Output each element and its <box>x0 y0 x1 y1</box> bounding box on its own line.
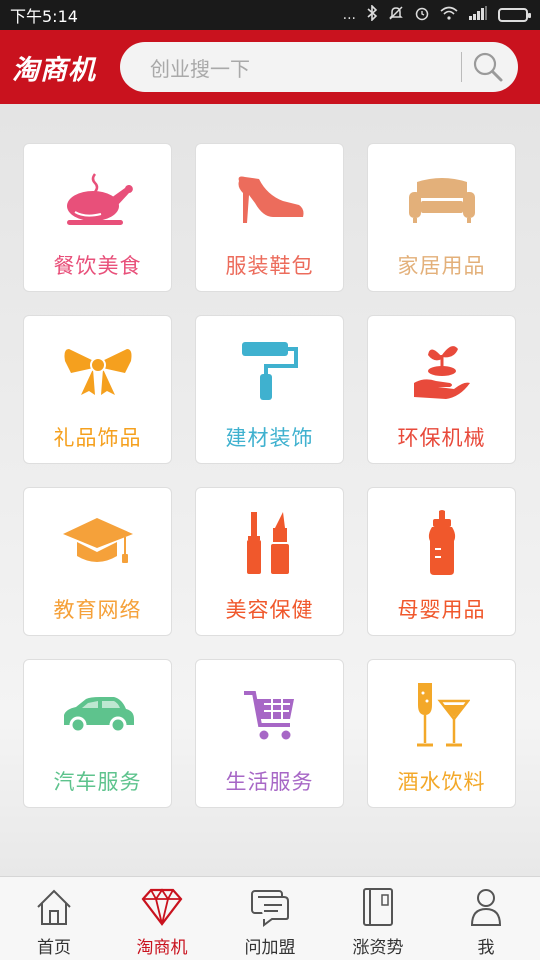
category-tile-life[interactable]: 生活服务 <box>195 659 344 808</box>
car-icon <box>60 682 136 748</box>
nav-item-home[interactable]: 首页 <box>0 877 108 960</box>
app-logo: 淘商机 <box>12 54 96 86</box>
paint-roller-icon <box>232 338 308 404</box>
category-tile-food[interactable]: 餐饮美食 <box>23 143 172 292</box>
category-label: 服装鞋包 <box>225 254 314 278</box>
category-tile-home[interactable]: 家居用品 <box>367 143 516 292</box>
nav-label: 我 <box>477 938 495 958</box>
category-label: 餐饮美食 <box>53 254 142 278</box>
nav-label: 问加盟 <box>244 938 296 958</box>
battery-icon <box>498 8 531 22</box>
status-icons: ... <box>342 4 531 25</box>
category-label: 家居用品 <box>397 254 486 278</box>
cosmetics-icon <box>232 510 308 576</box>
plant-hand-icon <box>404 338 480 404</box>
nav-label: 涨资势 <box>352 938 404 958</box>
home-icon <box>32 885 76 929</box>
nav-item-me[interactable]: 我 <box>432 877 540 960</box>
nav-item-ask[interactable]: 问加盟 <box>216 877 324 960</box>
nav-item-taoshangji[interactable]: 淘商机 <box>108 877 216 960</box>
category-label: 教育网络 <box>53 598 142 622</box>
category-label: 礼品饰品 <box>53 426 142 450</box>
graduation-cap-icon <box>60 510 136 576</box>
nav-label: 首页 <box>37 938 71 958</box>
category-tile-baby[interactable]: 母婴用品 <box>367 487 516 636</box>
signal-icon <box>468 6 488 24</box>
shopping-cart-icon <box>232 682 308 748</box>
bow-icon <box>60 338 136 404</box>
category-tile-drinks[interactable]: 酒水饮料 <box>367 659 516 808</box>
category-tile-eco[interactable]: 环保机械 <box>367 315 516 464</box>
status-bar: 下午5:14 ... <box>0 0 540 30</box>
chat-icon <box>248 885 292 929</box>
category-label: 环保机械 <box>397 426 486 450</box>
search-placeholder: 创业搜一下 <box>150 56 250 81</box>
category-tile-clothing[interactable]: 服装鞋包 <box>195 143 344 292</box>
bluetooth-icon <box>366 4 378 25</box>
high-heel-icon <box>232 166 308 232</box>
category-grid: 餐饮美食 服装鞋包 家居用品 礼品饰品 建材装饰 环保机械 教育网络 美容保健 … <box>23 143 516 808</box>
search-icon[interactable] <box>472 51 504 83</box>
category-tile-gifts[interactable]: 礼品饰品 <box>23 315 172 464</box>
category-section: 餐饮美食 服装鞋包 家居用品 礼品饰品 建材装饰 环保机械 教育网络 美容保健 … <box>0 104 540 876</box>
sofa-icon <box>404 166 480 232</box>
search-input[interactable]: 创业搜一下 <box>120 42 518 92</box>
roast-chicken-icon <box>60 166 136 232</box>
category-label: 汽车服务 <box>53 770 142 794</box>
category-label: 建材装饰 <box>225 426 314 450</box>
book-icon <box>356 885 400 929</box>
nav-label: 淘商机 <box>136 938 188 958</box>
person-icon <box>464 885 508 929</box>
category-tile-education[interactable]: 教育网络 <box>23 487 172 636</box>
category-label: 生活服务 <box>225 770 314 794</box>
nav-item-invest[interactable]: 涨资势 <box>324 877 432 960</box>
wine-glasses-icon <box>404 682 480 748</box>
category-tile-beauty[interactable]: 美容保健 <box>195 487 344 636</box>
category-tile-building[interactable]: 建材装饰 <box>195 315 344 464</box>
baby-bottle-icon <box>404 510 480 576</box>
wifi-icon <box>440 6 458 24</box>
category-label: 酒水饮料 <box>397 770 486 794</box>
category-label: 美容保健 <box>225 598 314 622</box>
search-divider <box>461 52 462 82</box>
status-time: 下午5:14 <box>10 7 78 26</box>
alarm-icon <box>414 5 430 25</box>
mute-icon <box>388 5 404 25</box>
diamond-icon <box>140 885 184 929</box>
app-header: 淘商机 创业搜一下 <box>0 30 540 104</box>
category-tile-auto[interactable]: 汽车服务 <box>23 659 172 808</box>
signal-dots-icon: ... <box>342 7 356 23</box>
category-label: 母婴用品 <box>397 598 486 622</box>
bottom-nav: 首页 淘商机 问加盟 涨资势 我 <box>0 876 540 960</box>
